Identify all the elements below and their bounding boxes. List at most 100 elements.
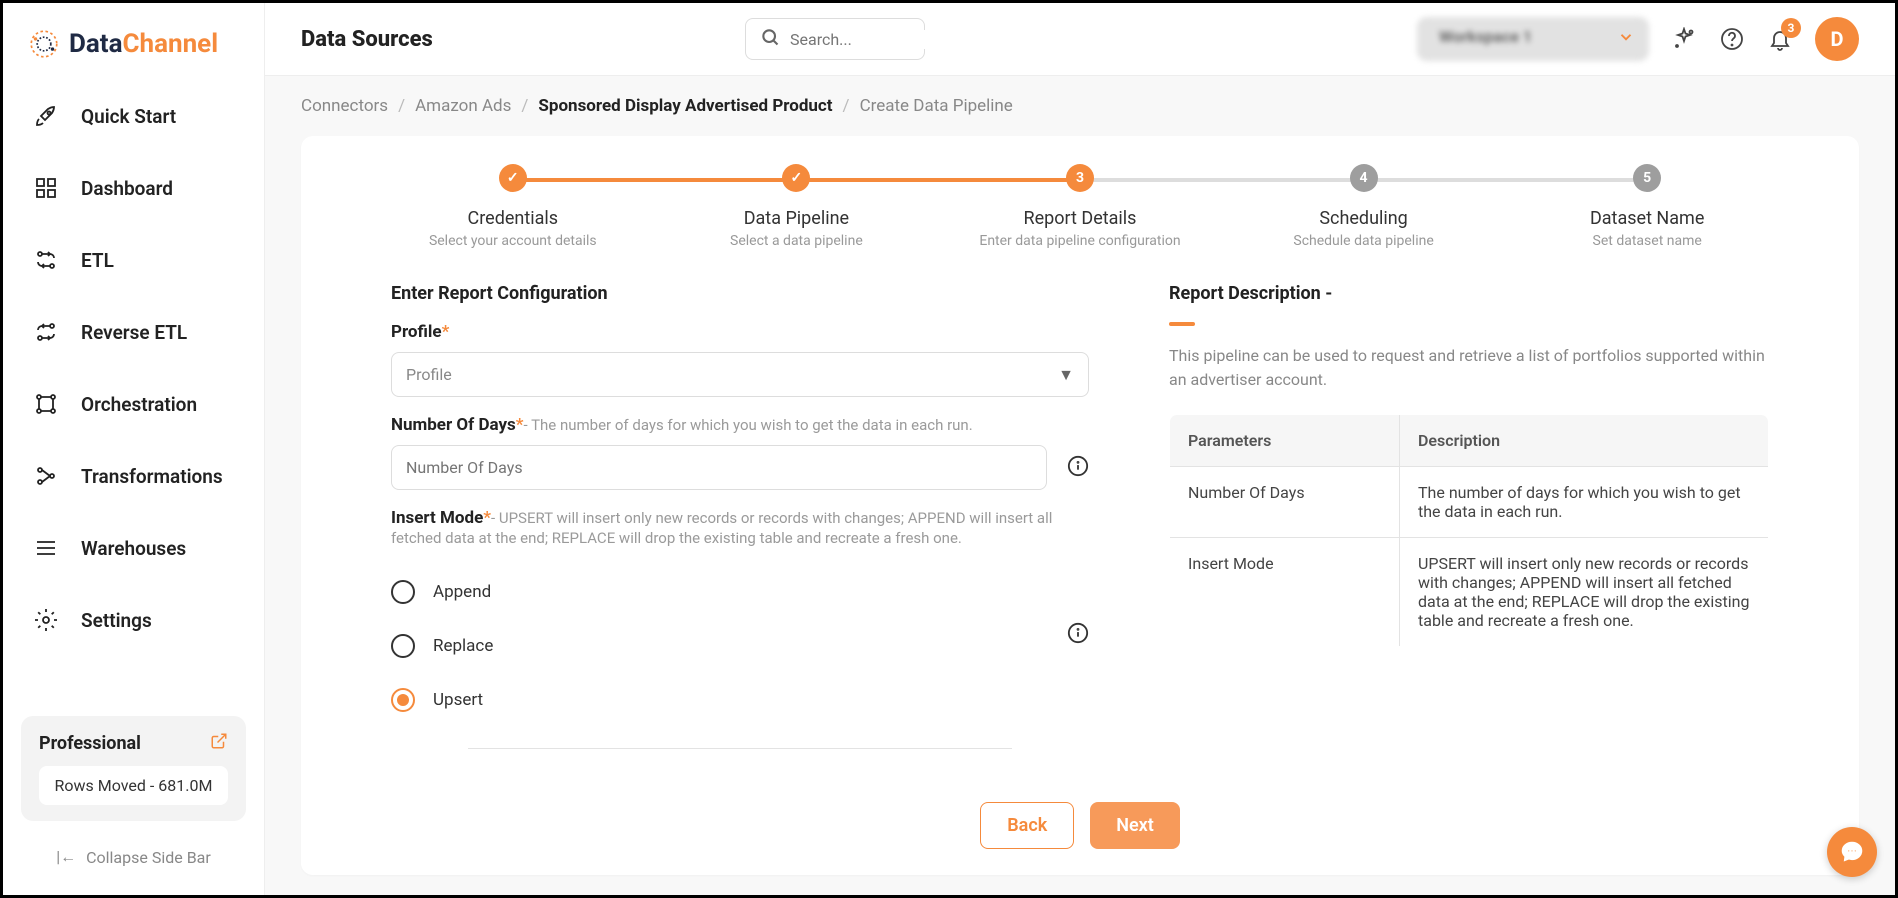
param-table: ParametersDescription Number Of DaysThe … xyxy=(1169,414,1769,647)
nav-reverse[interactable]: Reverse ETL xyxy=(15,305,252,359)
chevron-down-icon xyxy=(1617,28,1635,50)
step-title: Report Details xyxy=(1023,208,1136,229)
step-circle: 3 xyxy=(1066,164,1094,192)
nav-rocket[interactable]: Quick Start xyxy=(15,89,252,143)
nav-label: Transformations xyxy=(81,465,223,488)
search-box[interactable] xyxy=(745,18,925,60)
transformations-icon xyxy=(33,463,59,489)
step-title: Scheduling xyxy=(1319,208,1407,229)
help-icon[interactable] xyxy=(1719,26,1745,52)
nav-label: Dashboard xyxy=(81,177,173,200)
nav-label: Settings xyxy=(81,609,152,632)
divider xyxy=(468,748,1012,749)
rocket-icon xyxy=(33,103,59,129)
notif-badge: 3 xyxy=(1781,18,1801,38)
page-title: Data Sources xyxy=(301,27,721,52)
plan-box: Professional Rows Moved - 681.0M xyxy=(21,716,246,821)
card: ✓CredentialsSelect your account details✓… xyxy=(301,136,1859,875)
insert-label: Insert Mode*- UPSERT will insert only ne… xyxy=(391,508,1089,548)
reverse-icon xyxy=(33,319,59,345)
main: Data Sources Workspace 1 3 D xyxy=(265,3,1895,895)
step-2[interactable]: ✓ Data Pipeline Select a data pipeline xyxy=(655,164,939,249)
rows-moved: Rows Moved - 681.0M xyxy=(39,766,228,805)
nav-etl[interactable]: ETL xyxy=(15,233,252,287)
radio-label: Append xyxy=(433,582,491,602)
collapse-sidebar[interactable]: |← Collapse Side Bar xyxy=(3,835,264,879)
breadcrumb: Connectors/Amazon Ads/Sponsored Display … xyxy=(265,76,1895,136)
profile-label: Profile* xyxy=(391,322,1089,342)
step-sub: Select your account details xyxy=(429,233,597,249)
profile-select[interactable]: Profile ▼ xyxy=(391,352,1089,397)
sidebar: DataChannel Quick Start Dashboard ETL Rever… xyxy=(3,3,265,895)
step-title: Dataset Name xyxy=(1590,208,1704,229)
settings-icon xyxy=(33,607,59,633)
step-sub: Schedule data pipeline xyxy=(1293,233,1433,249)
search-icon xyxy=(760,27,780,51)
section-title: Enter Report Configuration xyxy=(391,283,1089,304)
step-1[interactable]: ✓ Credentials Select your account details xyxy=(371,164,655,249)
button-row: Back Next xyxy=(301,780,1859,875)
nav: Quick Start Dashboard ETL Reverse ETL Orches… xyxy=(3,89,264,702)
logo-icon xyxy=(27,27,61,61)
breadcrumb-item[interactable]: Sponsored Display Advertised Product xyxy=(538,96,832,116)
info-icon[interactable] xyxy=(1067,622,1089,648)
next-button[interactable]: Next xyxy=(1090,802,1180,849)
step-sub: Set dataset name xyxy=(1593,233,1702,249)
nav-warehouses[interactable]: Warehouses xyxy=(15,521,252,575)
nav-dashboard[interactable]: Dashboard xyxy=(15,161,252,215)
radio-label: Replace xyxy=(433,636,493,656)
open-icon[interactable] xyxy=(210,732,228,754)
notifications[interactable]: 3 xyxy=(1767,26,1793,52)
days-label: Number Of Days*- The number of days for … xyxy=(391,415,1089,435)
info-icon[interactable] xyxy=(1067,455,1089,481)
radio-replace[interactable]: Replace xyxy=(391,634,1047,658)
desc-title: Report Description - xyxy=(1169,283,1769,304)
workspace-selector[interactable]: Workspace 1 xyxy=(1417,17,1649,61)
collapse-icon: |← xyxy=(56,847,76,867)
topbar: Data Sources Workspace 1 3 D xyxy=(265,3,1895,76)
underline xyxy=(1169,322,1195,326)
breadcrumb-item[interactable]: Connectors xyxy=(301,96,388,116)
nav-label: ETL xyxy=(81,249,114,272)
nav-orchestration[interactable]: Orchestration xyxy=(15,377,252,431)
back-button[interactable]: Back xyxy=(980,802,1074,849)
logo[interactable]: DataChannel xyxy=(3,19,264,89)
step-sub: Select a data pipeline xyxy=(730,233,863,249)
step-3[interactable]: 3 Report Details Enter data pipeline confi… xyxy=(938,164,1222,249)
radio-button xyxy=(391,634,415,658)
orchestration-icon xyxy=(33,391,59,417)
step-circle: ✓ xyxy=(499,164,527,192)
step-title: Credentials xyxy=(468,208,559,229)
step-sub: Enter data pipeline configuration xyxy=(979,233,1180,249)
nav-settings[interactable]: Settings xyxy=(15,593,252,647)
dashboard-icon xyxy=(33,175,59,201)
radio-button xyxy=(391,580,415,604)
radio-label: Upsert xyxy=(433,690,483,710)
step-circle: ✓ xyxy=(782,164,810,192)
warehouses-icon xyxy=(33,535,59,561)
nav-label: Quick Start xyxy=(81,105,176,128)
search-input[interactable] xyxy=(790,30,993,49)
desc-text: This pipeline can be used to request and… xyxy=(1169,344,1769,392)
days-input[interactable] xyxy=(391,445,1047,490)
step-4[interactable]: 4 Scheduling Schedule data pipeline xyxy=(1222,164,1506,249)
nav-label: Orchestration xyxy=(81,393,197,416)
radio-append[interactable]: Append xyxy=(391,580,1047,604)
nav-transformations[interactable]: Transformations xyxy=(15,449,252,503)
chevron-down-icon: ▼ xyxy=(1058,365,1074,385)
table-row: Insert ModeUPSERT will insert only new r… xyxy=(1170,538,1769,647)
nav-label: Reverse ETL xyxy=(81,321,187,344)
step-title: Data Pipeline xyxy=(744,208,849,229)
breadcrumb-item: Create Data Pipeline xyxy=(860,96,1013,116)
avatar[interactable]: D xyxy=(1815,17,1859,61)
stepper: ✓CredentialsSelect your account details✓… xyxy=(301,164,1859,273)
radio-button xyxy=(391,688,415,712)
radio-upsert[interactable]: Upsert xyxy=(391,688,1047,712)
step-5[interactable]: 5 Dataset Name Set dataset name xyxy=(1505,164,1789,249)
sparkle-icon[interactable] xyxy=(1671,26,1697,52)
etl-icon xyxy=(33,247,59,273)
chat-fab[interactable] xyxy=(1827,827,1877,877)
step-circle: 5 xyxy=(1633,164,1661,192)
step-circle: 4 xyxy=(1350,164,1378,192)
breadcrumb-item[interactable]: Amazon Ads xyxy=(415,96,511,116)
